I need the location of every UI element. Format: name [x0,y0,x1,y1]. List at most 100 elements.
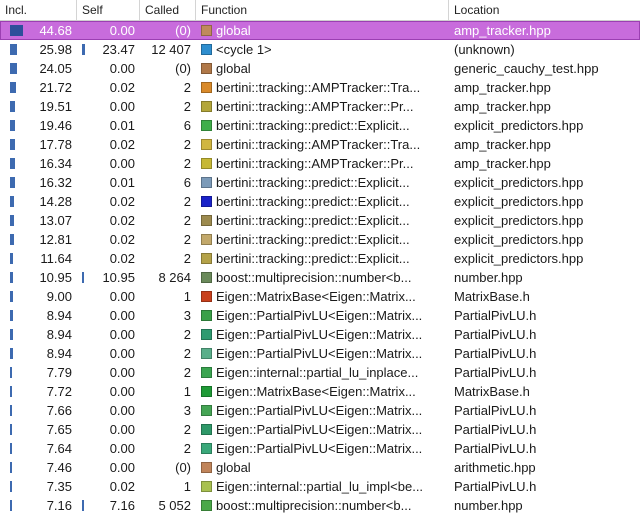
location-name: explicit_predictors.hpp [454,194,584,209]
function-name: bertini::tracking::predict::Explicit... [216,175,410,190]
incl-cost-bar [10,462,12,473]
incl-cell: 16.34 [0,154,75,173]
called-cell: 2 [139,78,194,97]
function-name: boost::multiprecision::number<b... [216,270,412,285]
self-cell: 0.00 [76,420,138,439]
column-header-incl[interactable]: Incl. [0,0,76,20]
self-value: 0.00 [109,346,135,361]
location-cell: explicit_predictors.hpp [448,116,640,135]
table-row[interactable]: 17.78 0.02 2 bertini::tracking::AMPTracker:… [0,135,640,154]
incl-cell: 8.94 [0,306,75,325]
table-row[interactable]: 9.00 0.00 1 Eigen::MatrixBase<Eigen::Matrix… [0,287,640,306]
column-header-function[interactable]: Function [195,0,448,20]
table-row[interactable]: 7.66 0.00 3 Eigen::PartialPivLU<Eigen::Matr… [0,401,640,420]
function-cell: Eigen::PartialPivLU<Eigen::Matrix... [195,325,447,344]
table-row[interactable]: 8.94 0.00 2 Eigen::PartialPivLU<Eigen::Matr… [0,325,640,344]
called-value: 2 [183,422,191,437]
incl-value: 25.98 [39,42,72,57]
location-name: explicit_predictors.hpp [454,118,584,133]
location-cell: PartialPivLU.h [448,477,640,496]
called-cell: 2 [139,325,194,344]
location-cell: explicit_predictors.hpp [448,173,640,192]
location-name: amp_tracker.hpp [454,99,551,114]
table-row[interactable]: 11.64 0.02 2 bertini::tracking::predict::Ex… [0,249,640,268]
incl-value: 44.68 [39,23,72,38]
self-value: 0.01 [109,118,135,133]
incl-cost-bar [10,348,13,359]
location-name: explicit_predictors.hpp [454,175,584,190]
incl-value: 9.00 [46,289,72,304]
table-row[interactable]: 44.68 0.00 (0) global amp_tracker.hpp [0,21,640,40]
called-value: 3 [183,308,191,323]
table-row[interactable]: 10.95 10.95 8 264 boost::multiprecision::nu… [0,268,640,287]
incl-cell: 21.72 [0,78,75,97]
location-name: amp_tracker.hpp [454,156,551,171]
table-row[interactable]: 16.34 0.00 2 bertini::tracking::AMPTracker:… [0,154,640,173]
called-cell: 2 [139,439,194,458]
called-value: 2 [183,232,191,247]
table-row[interactable]: 25.98 23.47 12 407 <cycle 1> (unknown) [0,40,640,59]
table-row[interactable]: 7.16 7.16 5 052 boost::multiprecision::numb… [0,496,640,515]
column-header-called[interactable]: Called [139,0,195,20]
function-cell: Eigen::PartialPivLU<Eigen::Matrix... [195,344,447,363]
incl-cell: 7.46 [0,458,75,477]
table-row[interactable]: 7.35 0.02 1 Eigen::internal::partial_lu_imp… [0,477,640,496]
table-row[interactable]: 8.94 0.00 3 Eigen::PartialPivLU<Eigen::Matr… [0,306,640,325]
called-cell: 1 [139,477,194,496]
self-value: 0.00 [109,422,135,437]
table-row[interactable]: 7.65 0.00 2 Eigen::PartialPivLU<Eigen::Matr… [0,420,640,439]
incl-value: 11.64 [40,251,72,266]
function-cell: boost::multiprecision::number<b... [195,268,447,287]
called-value: 2 [183,99,191,114]
table-row[interactable]: 16.32 0.01 6 bertini::tracking::predict::Ex… [0,173,640,192]
table-row[interactable]: 8.94 0.00 2 Eigen::PartialPivLU<Eigen::Matr… [0,344,640,363]
function-name: <cycle 1> [216,42,272,57]
self-value: 23.47 [102,42,135,57]
self-cell: 0.02 [76,230,138,249]
self-value: 0.00 [109,23,135,38]
table-row[interactable]: 7.72 0.00 1 Eigen::MatrixBase<Eigen::Matrix… [0,382,640,401]
self-cell: 0.00 [76,325,138,344]
self-cell: 0.00 [76,458,138,477]
incl-cost-bar [10,329,13,340]
incl-cost-bar [10,139,15,150]
called-cell: (0) [139,21,194,40]
column-header-location[interactable]: Location [448,0,640,20]
location-name: amp_tracker.hpp [454,23,551,38]
function-name: Eigen::PartialPivLU<Eigen::Matrix... [216,308,423,323]
incl-value: 17.78 [39,137,72,152]
table-row[interactable]: 7.79 0.00 2 Eigen::internal::partial_lu_inp… [0,363,640,382]
incl-cost-bar [10,63,17,74]
function-name: global [216,460,251,475]
table-row[interactable]: 19.46 0.01 6 bertini::tracking::predict::Ex… [0,116,640,135]
color-swatch-icon [201,82,212,93]
called-cell: 1 [139,287,194,306]
location-cell: number.hpp [448,496,640,515]
location-cell: number.hpp [448,268,640,287]
table-row[interactable]: 24.05 0.00 (0) global generic_cauchy_test.hp… [0,59,640,78]
color-swatch-icon [201,158,212,169]
incl-cell: 7.35 [0,477,75,496]
self-value: 0.02 [109,213,135,228]
table-row[interactable]: 13.07 0.02 2 bertini::tracking::predict::Ex… [0,211,640,230]
called-value: 2 [183,441,191,456]
incl-cell: 24.05 [0,59,75,78]
incl-value: 19.51 [39,99,72,114]
table-row[interactable]: 7.46 0.00 (0) global arithmetic.hpp [0,458,640,477]
table-row[interactable]: 14.28 0.02 2 bertini::tracking::predict::Ex… [0,192,640,211]
color-swatch-icon [201,196,212,207]
self-cell: 0.02 [76,192,138,211]
function-name: Eigen::PartialPivLU<Eigen::Matrix... [216,422,423,437]
color-swatch-icon [201,405,212,416]
incl-cost-bar [10,367,12,378]
incl-cell: 7.16 [0,496,75,515]
table-row[interactable]: 21.72 0.02 2 bertini::tracking::AMPTracker:… [0,78,640,97]
table-row[interactable]: 12.81 0.02 2 bertini::tracking::predict::Ex… [0,230,640,249]
function-cell: boost::multiprecision::number<b... [195,496,447,515]
table-row[interactable]: 7.64 0.00 2 Eigen::PartialPivLU<Eigen::Matr… [0,439,640,458]
incl-cost-bar [10,177,15,188]
incl-cost-bar [10,386,12,397]
column-header-self[interactable]: Self [76,0,139,20]
table-row[interactable]: 19.51 0.00 2 bertini::tracking::AMPTracker:… [0,97,640,116]
called-cell: 5 052 [139,496,194,515]
